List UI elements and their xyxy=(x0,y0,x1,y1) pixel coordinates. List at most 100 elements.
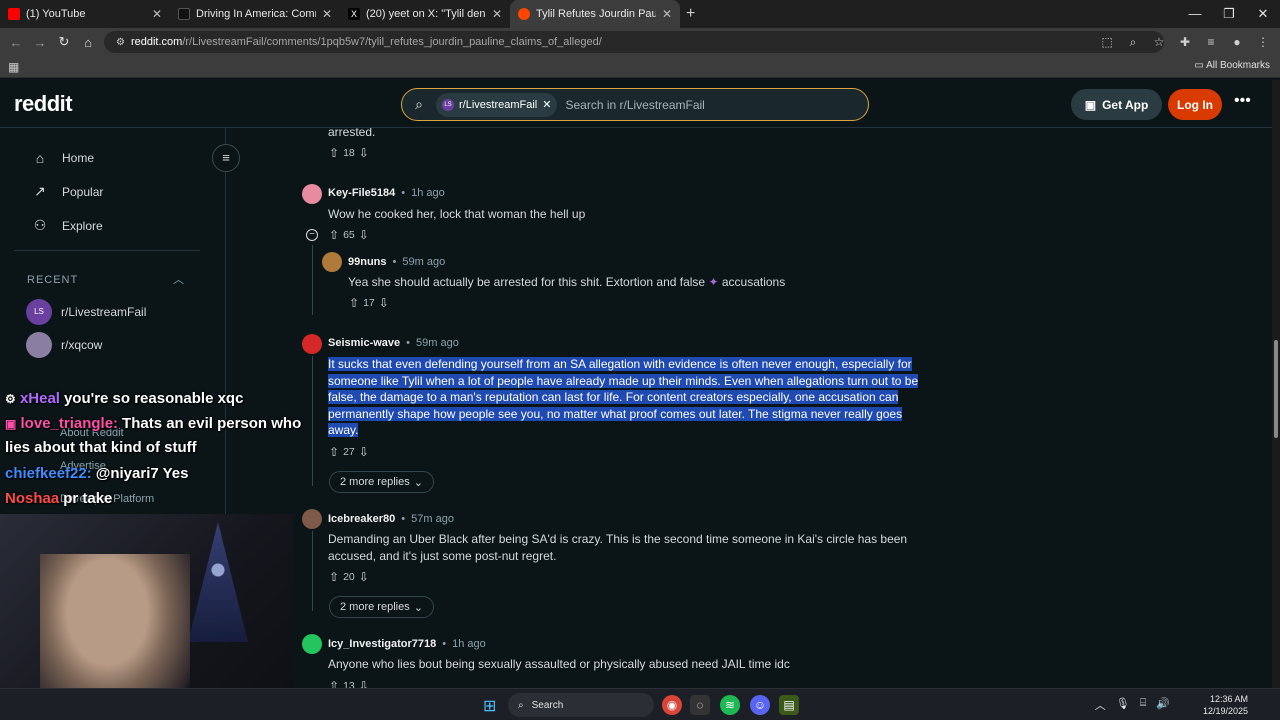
apps-grid-icon[interactable]: ▦ xyxy=(8,60,19,74)
taskbar-search[interactable]: ⌕ Search xyxy=(508,693,654,717)
youtube-icon xyxy=(8,8,20,20)
login-button[interactable]: Log In xyxy=(1168,89,1222,120)
all-bookmarks-label: All Bookmarks xyxy=(1206,60,1270,71)
media-icon[interactable]: ≡ xyxy=(1202,35,1220,49)
menu-icon[interactable]: ⋮ xyxy=(1254,35,1272,49)
reddit-logo[interactable]: reddit xyxy=(14,91,73,117)
close-icon[interactable]: ✕ xyxy=(152,7,162,21)
close-window-button[interactable]: ✕ xyxy=(1246,0,1280,28)
author-name[interactable]: Seismic-wave xyxy=(328,337,400,349)
site-info-icon[interactable]: ⚙ xyxy=(116,37,125,48)
back-button[interactable]: ← xyxy=(4,35,28,50)
install-icon[interactable]: ⬚ xyxy=(1098,35,1116,49)
tab-x[interactable]: X (20) yeet on X: "Tylil denies the ✕ xyxy=(340,0,510,28)
vote-bar: ⇧ 65 ⇩ xyxy=(329,228,369,242)
downvote-icon[interactable]: ⇩ xyxy=(359,228,369,242)
upvote-icon[interactable]: ⇧ xyxy=(329,146,339,160)
tab-driving[interactable]: Driving In America: Common R ✕ xyxy=(170,0,340,28)
sidebar-community-livestreamfail[interactable]: LS r/LivestreamFail xyxy=(26,299,146,325)
avatar[interactable] xyxy=(302,634,322,654)
search-input[interactable] xyxy=(565,97,866,112)
downvote-icon[interactable]: ⇩ xyxy=(359,570,369,584)
home-button[interactable]: ⌂ xyxy=(76,35,100,50)
upvote-icon[interactable]: ⇧ xyxy=(329,445,339,459)
sidebar-item-home[interactable]: ⌂ Home xyxy=(32,150,94,166)
search-icon: ⌕ xyxy=(415,96,423,112)
community-chip[interactable]: LS r/LivestreamFail ✕ xyxy=(436,92,558,117)
upvote-icon[interactable]: ⇧ xyxy=(349,296,359,310)
bookmark-star-icon[interactable]: ☆ xyxy=(1150,35,1168,49)
network-icon[interactable]: ⌸ xyxy=(1140,697,1147,713)
windows-start-icon[interactable]: ⊞ xyxy=(483,696,496,716)
sidebar-item-label: Popular xyxy=(62,184,104,199)
more-options-icon[interactable]: ••• xyxy=(1234,92,1251,110)
upvote-icon[interactable]: ⇧ xyxy=(329,228,339,242)
author-name[interactable]: Key-File5184 xyxy=(328,187,395,199)
downvote-icon[interactable]: ⇩ xyxy=(359,146,369,160)
obs-icon[interactable]: ◌ xyxy=(690,695,710,715)
spotify-icon[interactable]: ≋ xyxy=(720,695,740,715)
tab-youtube[interactable]: (1) YouTube ✕ xyxy=(0,0,170,28)
search-bar[interactable]: ⌕ LS r/LivestreamFail ✕ xyxy=(401,88,869,121)
close-icon[interactable]: ✕ xyxy=(542,98,551,111)
discord-icon[interactable]: ☺ xyxy=(750,695,770,715)
minimize-button[interactable]: — xyxy=(1178,0,1212,28)
author-name[interactable]: 99nuns xyxy=(348,256,387,268)
tab-reddit[interactable]: Tylil Refutes Jourdin Pauline cla ✕ xyxy=(510,0,680,28)
collapse-thread-icon[interactable]: − xyxy=(306,229,318,241)
chat-message: ▣ love_triangle: Thats an evil person who xyxy=(5,415,301,432)
comment-line: accused, and it's just some post-nut reg… xyxy=(328,548,557,563)
taskbar-clock[interactable]: 12:36 AM 12/19/2025 xyxy=(1203,693,1248,717)
all-bookmarks[interactable]: ▭ All Bookmarks xyxy=(1194,60,1270,71)
sidebar-item-popular[interactable]: ↗ Popular xyxy=(32,183,103,200)
close-icon[interactable]: ✕ xyxy=(322,7,332,21)
zoom-icon[interactable]: ⌕ xyxy=(1124,35,1142,50)
author-name[interactable]: Icy_Investigator7718 xyxy=(328,638,436,650)
chat-badge-icon: ⚙ xyxy=(5,392,16,406)
scrollbar-thumb[interactable] xyxy=(1274,340,1278,438)
vote-count: 20 xyxy=(343,571,355,583)
more-replies-button[interactable]: 2 more replies ⌄ xyxy=(329,596,434,618)
author-name[interactable]: Icebreaker80 xyxy=(328,513,395,525)
get-app-button[interactable]: ▣ Get App xyxy=(1071,89,1162,120)
avatar[interactable] xyxy=(322,252,342,272)
extensions-icon[interactable]: ✚ xyxy=(1176,35,1194,49)
chat-username: love_triangle: xyxy=(20,415,119,432)
system-tray: ︿ 🎙 ⌸ 🔊 xyxy=(1095,697,1170,713)
profile-icon[interactable]: ● xyxy=(1228,35,1246,49)
reload-button[interactable]: ↻ xyxy=(52,34,76,50)
avatar[interactable] xyxy=(302,334,322,354)
recent-heading: RECENT xyxy=(27,274,79,286)
sidebar-community-xqcow[interactable]: r/xqcow xyxy=(26,332,102,358)
separator-dot: • xyxy=(406,337,411,349)
downvote-icon[interactable]: ⇩ xyxy=(379,296,389,310)
sidebar-item-explore[interactable]: ⚇ Explore xyxy=(32,217,103,234)
comment-body: Yea she should actually be arrested for … xyxy=(348,274,785,291)
upvote-icon[interactable]: ⇧ xyxy=(329,570,339,584)
separator-dot: • xyxy=(392,256,397,268)
sidebar-collapse-button[interactable]: ≡ xyxy=(212,144,240,172)
chevron-up-icon[interactable]: ︿ xyxy=(1095,697,1106,713)
chevron-down-icon: ⌄ xyxy=(413,601,423,614)
downvote-icon[interactable]: ⇩ xyxy=(359,445,369,459)
microphone-icon[interactable]: 🎙 xyxy=(1116,697,1130,713)
avatar[interactable] xyxy=(302,184,322,204)
comment-body: Wow he cooked her, lock that woman the h… xyxy=(328,207,586,221)
close-icon[interactable]: ✕ xyxy=(662,7,672,21)
close-icon[interactable]: ✕ xyxy=(492,7,502,21)
chat-username: xHeal xyxy=(19,390,60,407)
separator-dot: • xyxy=(442,638,447,650)
page-scrollbar[interactable] xyxy=(1272,80,1280,688)
volume-icon[interactable]: 🔊 xyxy=(1156,697,1170,713)
chat-username: chiefkeef22: xyxy=(5,465,92,482)
url-bar[interactable]: ⚙ reddit.com/r/LivestreamFail/comments/1… xyxy=(104,31,1164,53)
maximize-button[interactable]: ❐ xyxy=(1212,0,1246,28)
bookmarks-bar: ▦ ▭ All Bookmarks xyxy=(0,56,1280,78)
chevron-up-icon[interactable]: ︿ xyxy=(173,271,184,287)
app-icon[interactable]: ▤ xyxy=(779,695,799,715)
forward-button[interactable]: → xyxy=(28,35,52,50)
more-replies-button[interactable]: 2 more replies ⌄ xyxy=(329,471,434,493)
community-icon: LS xyxy=(442,98,454,111)
chrome-icon[interactable]: ◉ xyxy=(662,695,682,715)
new-tab-button[interactable]: + xyxy=(686,5,695,23)
